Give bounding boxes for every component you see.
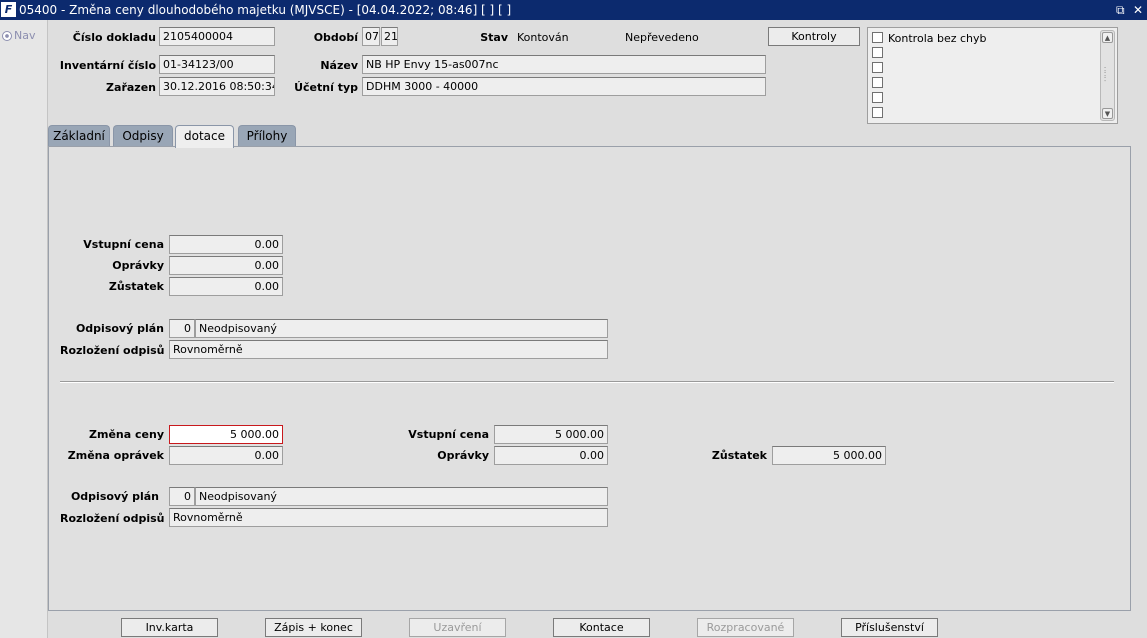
obdobi-label: Období [313,31,358,44]
nav-item-label: Nav [14,29,36,42]
tab-zakladni[interactable]: Základní [48,125,110,147]
check-checkbox[interactable] [872,47,883,58]
opravky-label: Oprávky [112,259,164,272]
zustatek-label: Zůstatek [108,280,164,293]
vstupni-cena-field[interactable]: 0.00 [169,235,283,254]
cislo-dokladu-field[interactable]: 2105400004 [159,27,275,46]
scroll-down-icon[interactable]: ▼ [1102,108,1113,119]
window-title: 05400 - Změna ceny dlouhodobého majetku … [19,3,512,17]
nove-rozlozeni-field[interactable]: Rovnoměrně [169,508,608,527]
odpisovy-plan-code-field[interactable]: 0 [169,319,195,338]
nova-vstupni-cena-label: Vstupní cena [408,428,489,441]
title-bar: F 05400 - Změna ceny dlouhodobého majetk… [0,0,1147,20]
stav-prevod-value: Nepřevedeno [625,31,699,44]
nazev-label: Název [320,59,358,72]
nove-opravky-field[interactable]: 0.00 [494,446,608,465]
inv-cislo-label: Inventární číslo [59,59,156,72]
section-divider [60,381,1114,383]
novy-odpisovy-plan-name-field[interactable]: Neodpisovaný [195,487,608,506]
ucetni-typ-field[interactable]: DDHM 3000 - 40000 [362,77,766,96]
tab-panel-dotace [48,146,1131,611]
check-checkbox[interactable] [872,62,883,73]
stav-label: Stav [480,31,508,44]
close-window-icon[interactable]: ✕ [1133,0,1143,20]
tab-dotace[interactable]: dotace [175,125,234,148]
tab-prilohy[interactable]: Přílohy [238,125,296,147]
ucetni-typ-label: Účetní typ [294,81,358,94]
zarazen-field[interactable]: 30.12.2016 08:50:34 [159,77,275,96]
novy-odpisovy-plan-code-field[interactable]: 0 [169,487,195,506]
vstupni-cena-label: Vstupní cena [83,238,164,251]
radio-icon [2,30,12,41]
zustatek-field[interactable]: 0.00 [169,277,283,296]
left-nav-panel: Nav [0,20,48,638]
zapis-konec-button[interactable]: Zápis + konec [265,618,362,637]
odpisovy-plan-name-field[interactable]: Neodpisovaný [195,319,608,338]
rozlozeni-label: Rozložení odpisů [60,344,165,357]
kontroly-button[interactable]: Kontroly [768,27,860,46]
novy-zustatek-field[interactable]: 5 000.00 [772,446,886,465]
obdobi-month-field[interactable]: 07 [362,27,380,46]
nav-item[interactable]: Nav [2,29,35,42]
nove-rozlozeni-label: Rozložení odpisů [60,512,165,525]
nova-vstupni-cena-field[interactable]: 5 000.00 [494,425,608,444]
tab-odpisy[interactable]: Odpisy [113,125,173,147]
check-checkbox[interactable] [872,92,883,103]
rozpracovane-button[interactable]: Rozpracované [697,618,794,637]
novy-odpisovy-plan-label: Odpisový plán [70,490,159,503]
uzavreni-button[interactable]: Uzavření [409,618,506,637]
zmena-ceny-input[interactable]: 5 000.00 [169,425,283,444]
zmena-opravek-field[interactable]: 0.00 [169,446,283,465]
check-checkbox[interactable] [872,32,883,43]
novy-zustatek-label: Zůstatek [711,449,767,462]
check-label: Kontrola bez chyb [888,32,987,45]
kontace-button[interactable]: Kontace [553,618,650,637]
check-checkbox[interactable] [872,107,883,118]
odpisovy-plan-label: Odpisový plán [75,322,164,335]
cislo-dokladu-label: Číslo dokladu [72,31,156,44]
app-logo-icon: F [1,2,16,17]
rozlozeni-field[interactable]: Rovnoměrně [169,340,608,359]
stav-kontace-value: Kontován [517,31,569,44]
scroll-grip-icon[interactable]: ∶ ∶ ∶ [1104,66,1106,84]
scroll-up-icon[interactable]: ▲ [1102,32,1113,43]
inv-karta-button[interactable]: Inv.karta [121,618,218,637]
restore-window-icon[interactable]: ⧉ [1116,0,1125,20]
zmena-ceny-label: Změna ceny [89,428,164,441]
checks-list: Kontrola bez chyb ▲ ∶ ∶ ∶ ▼ [867,27,1118,124]
obdobi-year-field[interactable]: 21 [381,27,398,46]
nove-opravky-label: Oprávky [437,449,489,462]
inv-cislo-field[interactable]: 01-34123/00 [159,55,275,74]
opravky-field[interactable]: 0.00 [169,256,283,275]
zarazen-label: Zařazen [106,81,156,94]
checks-scrollbar[interactable]: ▲ ∶ ∶ ∶ ▼ [1100,30,1115,121]
zmena-opravek-label: Změna oprávek [67,449,164,462]
nazev-field[interactable]: NB HP Envy 15-as007nc [362,55,766,74]
check-checkbox[interactable] [872,77,883,88]
prislusenstvi-button[interactable]: Příslušenství [841,618,938,637]
